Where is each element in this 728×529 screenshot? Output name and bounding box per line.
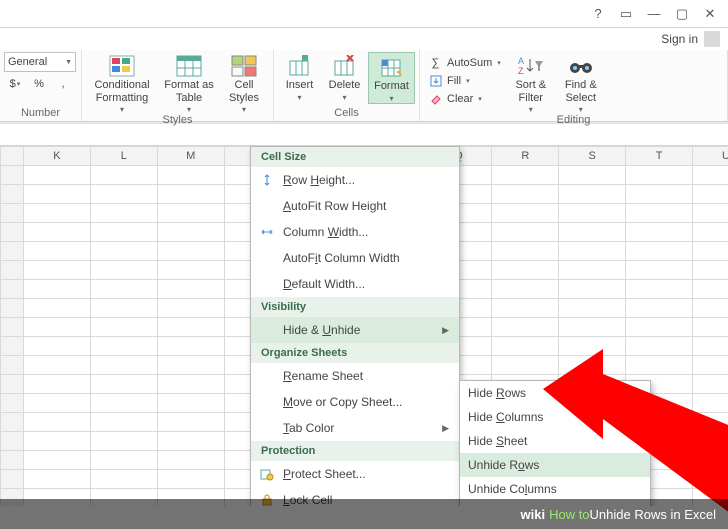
format-dropdown: Cell Size Row Height... AutoFit Row Heig…: [250, 146, 460, 506]
submenu-arrow-icon: ▶: [442, 423, 449, 434]
currency-button[interactable]: $▾: [4, 74, 26, 94]
hide-unhide-submenu: Hide Rows Hide Columns Hide Sheet Unhide…: [459, 380, 651, 506]
help-icon[interactable]: ?: [584, 3, 612, 25]
avatar-icon: [704, 31, 720, 47]
clear-button[interactable]: Clear▾: [428, 90, 501, 107]
menu-unhide-columns[interactable]: Unhide Columns: [460, 477, 650, 501]
sigma-icon: ∑: [428, 56, 443, 70]
conditional-formatting-button[interactable]: Conditional Formatting▾: [86, 52, 158, 114]
row-height-icon: [259, 172, 275, 188]
format-cells-button[interactable]: Format▾: [368, 52, 415, 104]
group-label-editing: Editing: [424, 114, 723, 128]
row-header[interactable]: [1, 166, 24, 185]
group-label-number: Number: [4, 107, 77, 121]
fill-button[interactable]: Fill▾: [428, 72, 501, 89]
menu-section-protection: Protection: [251, 441, 459, 461]
restore-icon[interactable]: ▢: [668, 3, 696, 25]
svg-text:Z: Z: [518, 66, 524, 76]
fill-down-icon: [428, 74, 443, 88]
menu-move-copy-sheet[interactable]: Move or Copy Sheet...: [251, 389, 459, 415]
close-icon[interactable]: ✕: [696, 3, 724, 25]
menu-default-width[interactable]: Default Width...: [251, 271, 459, 297]
number-format-value: General: [8, 56, 47, 68]
menu-tab-color[interactable]: Tab Color▶: [251, 415, 459, 441]
eraser-icon: [428, 92, 443, 106]
format-as-table-button[interactable]: Format as Table▾: [160, 52, 218, 114]
menu-row-height[interactable]: Row Height...: [251, 167, 459, 193]
col-header[interactable]: L: [90, 147, 157, 166]
group-label-styles: Styles: [86, 114, 269, 128]
col-header[interactable]: T: [626, 147, 693, 166]
autosum-button[interactable]: ∑AutoSum ▾: [428, 54, 501, 71]
comma-style-button[interactable]: ,: [52, 74, 74, 94]
cell-styles-button[interactable]: Cell Styles▾: [220, 52, 268, 114]
menu-hide-rows[interactable]: Hide Rows: [460, 381, 650, 405]
ribbon: General ▼ $▾ % , Number Conditional Form…: [0, 50, 728, 122]
menu-hide-columns[interactable]: Hide Columns: [460, 405, 650, 429]
insert-cells-icon: [286, 54, 314, 78]
menu-section-cell-size: Cell Size: [251, 147, 459, 167]
minimize-icon[interactable]: —: [640, 3, 668, 25]
menu-section-visibility: Visibility: [251, 297, 459, 317]
sort-filter-icon: AZ: [517, 54, 545, 78]
delete-cells-icon: [331, 54, 359, 78]
wikihow-banner: wiki How to Unhide Rows in Excel: [0, 499, 728, 529]
submenu-arrow-icon: ▶: [442, 325, 449, 336]
conditional-formatting-icon: [108, 54, 136, 78]
delete-cells-button[interactable]: Delete▾: [323, 52, 366, 102]
percent-button[interactable]: %: [28, 74, 50, 94]
format-cells-icon: [378, 55, 406, 79]
menu-autofit-row[interactable]: AutoFit Row Height: [251, 193, 459, 219]
find-select-button[interactable]: Find & Select▾: [557, 52, 605, 114]
col-header[interactable]: S: [559, 147, 626, 166]
menu-column-width[interactable]: Column Width...: [251, 219, 459, 245]
menu-protect-sheet[interactable]: Protect Sheet...: [251, 461, 459, 487]
col-header[interactable]: R: [492, 147, 559, 166]
sign-in-link[interactable]: Sign in: [661, 32, 698, 46]
svg-text:A: A: [518, 56, 524, 66]
insert-cells-button[interactable]: Insert▾: [278, 52, 321, 102]
menu-autofit-col[interactable]: AutoFit Column Width: [251, 245, 459, 271]
sort-filter-button[interactable]: AZ Sort & Filter▾: [507, 52, 555, 114]
col-width-icon: [259, 224, 275, 240]
col-header[interactable]: K: [24, 147, 91, 166]
ribbon-display-options-icon[interactable]: ▭: [612, 3, 640, 25]
menu-hide-sheet[interactable]: Hide Sheet: [460, 429, 650, 453]
chevron-down-icon: ▼: [65, 59, 72, 66]
menu-section-organize: Organize Sheets: [251, 343, 459, 363]
cell-styles-icon: [230, 54, 258, 78]
format-as-table-icon: [175, 54, 203, 78]
binoculars-icon: [567, 54, 595, 78]
number-format-combo[interactable]: General ▼: [4, 52, 76, 72]
menu-hide-unhide[interactable]: Hide & Unhide▶: [251, 317, 459, 343]
group-label-cells: Cells: [278, 107, 415, 121]
select-all-corner[interactable]: [1, 147, 24, 166]
col-header[interactable]: M: [157, 147, 224, 166]
menu-rename-sheet[interactable]: Rename Sheet: [251, 363, 459, 389]
menu-unhide-rows[interactable]: Unhide Rows: [460, 453, 650, 477]
col-header[interactable]: U: [693, 147, 728, 166]
protect-sheet-icon: [259, 466, 275, 482]
